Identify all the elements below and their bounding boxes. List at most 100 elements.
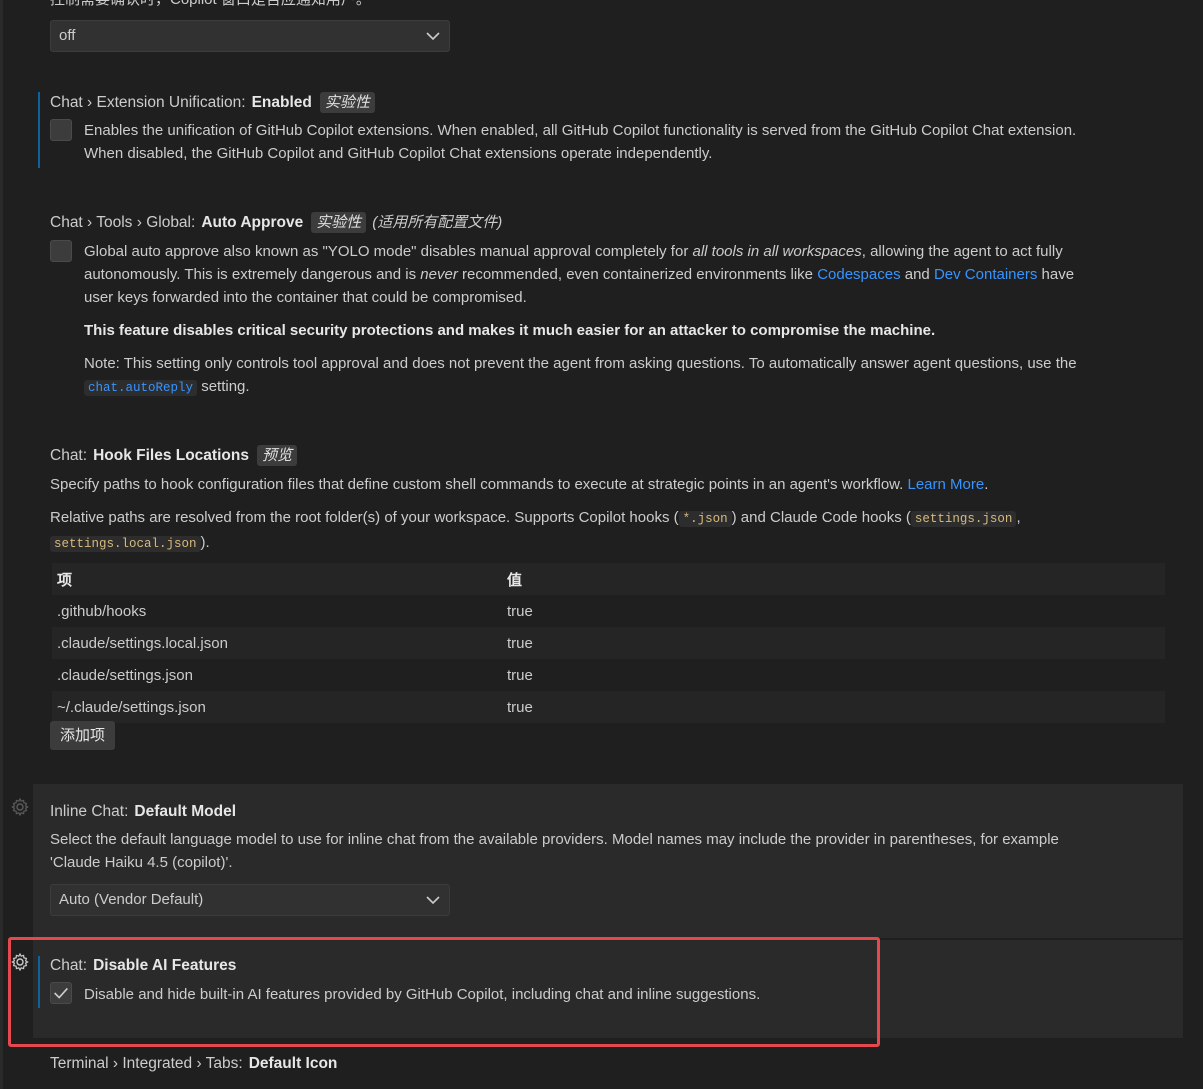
checkmark-icon (54, 987, 68, 999)
setting-name: Auto Approve (201, 213, 304, 231)
setting-description: Global auto approve also known as "YOLO … (84, 240, 1165, 400)
text: Relative paths are resolved from the roo… (50, 509, 679, 526)
setting-inline-chat-default-model: Inline Chat: Default Model Select the de… (33, 784, 1183, 938)
setting-name: Default Model (134, 803, 237, 820)
setting-auto-approve: Chat › Tools › Global: Auto Approve 实验性 … (33, 212, 1183, 402)
learn-more-link[interactable]: Learn More (908, 476, 985, 493)
disable-ai-features-checkbox[interactable] (50, 982, 72, 1004)
setting-category: Chat: (50, 957, 88, 974)
column-header-value: 值 (502, 563, 1165, 595)
description-line: Specify paths to hook configuration file… (50, 473, 1165, 496)
row-value: true (507, 666, 533, 684)
warning-text: This feature disables (84, 322, 238, 339)
chevron-down-icon (426, 896, 440, 905)
setting-name: Disable AI Features (93, 957, 237, 974)
setting-title: Chat › Extension Unification: Enabled 实验… (50, 92, 1165, 113)
text: recommended, even containerized environm… (457, 266, 818, 283)
setting-title: Terminal › Integrated › Tabs: Default Ic… (50, 1054, 1165, 1074)
description-line: Select the default language model to use… (50, 831, 1059, 848)
text: , allowing the agent to act fully (861, 243, 1063, 260)
code-snippet: settings.local.json (50, 536, 201, 552)
setting-description: Enables the unification of GitHub Copilo… (84, 119, 1165, 165)
row-value: true (502, 627, 1165, 659)
setting-title: Chat › Tools › Global: Auto Approve 实验性 … (50, 212, 1165, 233)
text: setting. (197, 378, 250, 395)
description-line: 'Claude Haiku 4.5 (copilot)'. (50, 854, 233, 871)
setting-name: Hook Files Locations (93, 446, 249, 464)
auto-approve-checkbox[interactable] (50, 240, 72, 262)
text: ). (200, 534, 210, 551)
codespaces-link[interactable]: Codespaces (817, 266, 900, 283)
setting-hook-files-locations: Chat: Hook Files Locations 预览 Specify pa… (33, 445, 1183, 755)
add-item-button[interactable]: 添加项 (50, 721, 116, 750)
text-emphasis: all tools in all workspaces (692, 243, 862, 260)
setting-title: Chat: Hook Files Locations 预览 (50, 445, 1165, 466)
table-row[interactable]: ~/.claude/settings.json true (52, 691, 1165, 723)
text: autonomously. This is extremely dangerou… (84, 266, 421, 283)
row-item: .github/hooks (57, 602, 147, 620)
warning-text: and makes it much easier for an attacker… (433, 322, 936, 339)
setting-category: Chat: (50, 446, 88, 464)
setting-extension-unification: Chat › Extension Unification: Enabled 实验… (33, 92, 1183, 168)
scroll-rail (0, 0, 3, 1089)
text: Specify paths to hook configuration file… (50, 476, 908, 493)
modified-indicator (38, 956, 40, 1008)
setting-category: Terminal › Integrated › Tabs: (50, 1055, 243, 1072)
setting-disable-ai-features: Chat: Disable AI Features Disable and hi… (33, 940, 1183, 1038)
description-line: autonomously. This is extremely dangerou… (84, 263, 1165, 286)
description-line: user keys forwarded into the container t… (84, 289, 527, 306)
description-line: Relative paths are resolved from the roo… (50, 506, 1165, 531)
row-item: .claude/settings.json (57, 666, 193, 684)
description-line: Global auto approve also known as "YOLO … (84, 240, 1165, 263)
scope-label: (适用所有配置文件) (372, 213, 503, 231)
setting-description: 控制需要确认时，Copilot 窗口是否应通知用户。 (50, 0, 371, 11)
row-value: true (502, 691, 1165, 723)
notify-select[interactable]: off (50, 20, 450, 52)
text: ) and Claude Code hooks ( (731, 509, 911, 526)
gear-icon[interactable] (10, 797, 30, 817)
setting-name: Default Icon (248, 1055, 338, 1072)
security-protections-link[interactable]: critical security protections (237, 322, 433, 339)
text: Global auto approve also known as "YOLO … (84, 243, 693, 260)
hook-files-table: 项 值 .github/hooks true .claude/settings.l… (52, 563, 1165, 723)
select-value: Auto (Vendor Default) (59, 891, 204, 908)
note-line: chat.autoReply setting. (84, 375, 1165, 400)
setting-terminal-tabs-default-icon: Terminal › Integrated › Tabs: Default Ic… (33, 1054, 1183, 1089)
extension-unification-checkbox[interactable] (50, 119, 72, 141)
table-row[interactable]: .claude/settings.local.json true (52, 627, 1165, 659)
experimental-tag: 实验性 (319, 92, 375, 113)
description-line: When disabled, the GitHub Copilot and Gi… (84, 145, 713, 162)
default-model-select[interactable]: Auto (Vendor Default) (50, 884, 450, 916)
setting-description: Select the default language model to use… (50, 828, 1165, 874)
row-item: ~/.claude/settings.json (52, 691, 502, 723)
setting-title: Chat: Disable AI Features (50, 956, 236, 976)
text: , (1016, 509, 1021, 526)
table-row[interactable]: .claude/settings.json true (52, 659, 1165, 691)
experimental-tag: 实验性 (311, 212, 367, 233)
row-item: .claude/settings.local.json (52, 627, 502, 659)
table-row[interactable]: .github/hooks true (52, 595, 1165, 627)
setting-description: Specify paths to hook configuration file… (50, 473, 1165, 556)
code-snippet: *.json (678, 511, 732, 527)
warning-line: This feature disables critical security … (84, 319, 1165, 342)
auto-reply-setting-link[interactable]: chat.autoReply (84, 380, 198, 396)
setting-category: Inline Chat: (50, 803, 129, 820)
setting-notify-confirmation: 控制需要确认时，Copilot 窗口是否应通知用户。 off (33, 0, 1183, 58)
select-value: off (59, 27, 76, 44)
text: . (984, 476, 989, 493)
text: and (900, 266, 934, 283)
setting-category: Chat › Tools › Global: (50, 213, 196, 231)
row-value: true (507, 602, 533, 620)
code-snippet: settings.json (910, 511, 1017, 527)
description-line: settings.local.json). (50, 531, 1165, 556)
description-line: Enables the unification of GitHub Copilo… (84, 122, 1077, 139)
setting-description: Disable and hide built-in AI features pr… (84, 986, 761, 1003)
text-emphasis: never (420, 266, 458, 283)
gear-icon[interactable] (10, 952, 30, 972)
preview-tag: 预览 (256, 445, 297, 466)
setting-name: Enabled (251, 93, 312, 111)
settings-editor: 控制需要确认时，Copilot 窗口是否应通知用户。 off Chat › Ex… (0, 0, 1203, 1089)
dev-containers-link[interactable]: Dev Containers (934, 266, 1037, 283)
column-header-item: 项 (52, 563, 502, 595)
chevron-down-icon (426, 32, 440, 41)
